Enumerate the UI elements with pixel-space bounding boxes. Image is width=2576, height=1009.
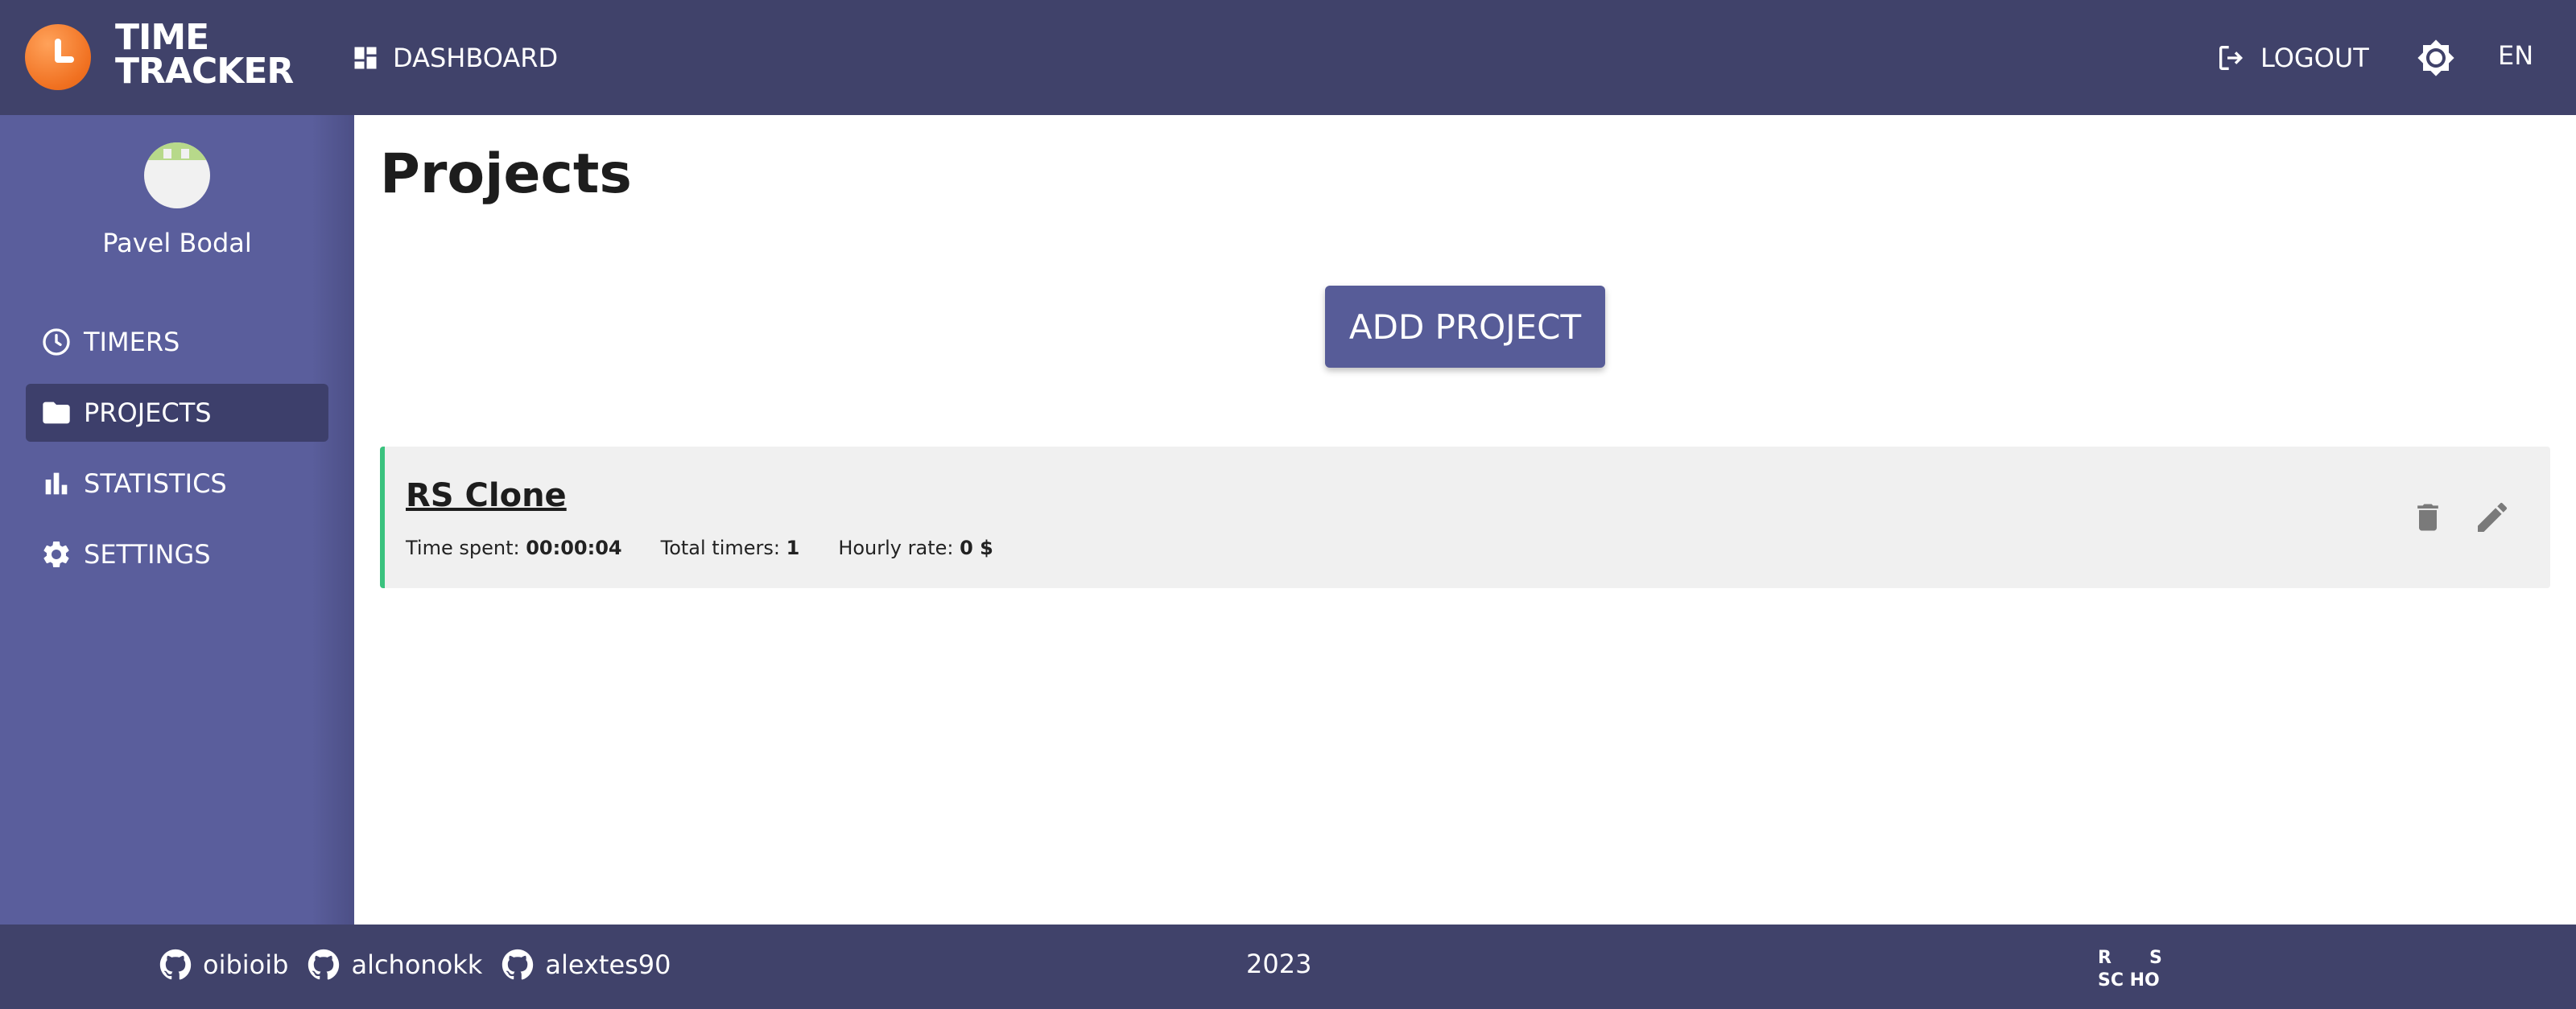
main-content: Projects ADD PROJECT RS Clone Time spent…	[354, 115, 2576, 925]
github-icon	[502, 949, 534, 980]
trash-icon[interactable]	[2410, 498, 2446, 537]
top-header: TIME TRACKER DASHBOARD LOGOUT EN	[0, 0, 2576, 115]
total-timers: Total timers: 1	[661, 537, 800, 559]
sidebar-item-label: STATISTICS	[84, 468, 227, 499]
logout-label: LOGOUT	[2260, 43, 2369, 73]
project-name-link[interactable]: RS Clone	[406, 477, 567, 514]
github-link[interactable]: alchonokk	[308, 949, 482, 981]
sidebar-menu: TIMERS PROJECTS STATISTICS SETTINGS	[26, 313, 328, 596]
sidebar-item-timers[interactable]: TIMERS	[26, 313, 328, 371]
footer-year: 2023	[1246, 949, 1312, 979]
theme-toggle-icon[interactable]	[2417, 39, 2455, 77]
user-name: Pavel Bodal	[102, 228, 252, 258]
total-timers-label: Total timers:	[660, 537, 780, 559]
pencil-icon[interactable]	[2473, 498, 2512, 537]
time-spent-label: Time spent:	[406, 537, 520, 559]
project-stats: Time spent: 00:00:04 Total timers: 1 Hou…	[406, 537, 993, 559]
language-selector[interactable]: EN	[2498, 40, 2533, 71]
hourly-rate: Hourly rate: 0 $	[838, 537, 993, 559]
hourly-rate-value: 0 $	[960, 537, 993, 559]
svg-text:SC HO OL: SC HO OL	[2098, 970, 2164, 990]
avatar[interactable]	[144, 142, 210, 208]
github-icon	[159, 949, 192, 980]
sidebar-item-projects[interactable]: PROJECTS	[26, 384, 328, 442]
page-title: Projects	[380, 142, 632, 206]
footer: oibioib alchonokk alextes90 2023 R S SC …	[0, 925, 2576, 1009]
clock-hand-horizontal	[55, 56, 74, 63]
clock-icon	[40, 326, 72, 358]
logo-line-1: TIME	[115, 17, 209, 58]
dashboard-icon	[351, 43, 380, 72]
avatar-detail	[163, 149, 171, 159]
github-username: alchonokk	[351, 949, 483, 980]
sidebar-item-label: PROJECTS	[84, 397, 212, 428]
rs-school-logo[interactable]: R S SC HO OL	[2096, 945, 2164, 990]
github-username: alextes90	[545, 949, 671, 980]
project-card: RS Clone Time spent: 00:00:04 Total time…	[380, 447, 2550, 588]
sidebar: Pavel Bodal TIMERS PROJECTS STATISTICS S…	[0, 115, 354, 925]
logout-button[interactable]: LOGOUT	[2215, 40, 2369, 76]
github-link[interactable]: alextes90	[502, 949, 671, 981]
logout-icon	[2219, 46, 2244, 70]
sidebar-item-statistics[interactable]: STATISTICS	[26, 455, 328, 513]
clock-logo-icon[interactable]	[25, 24, 91, 90]
github-links: oibioib alchonokk alextes90	[159, 949, 671, 981]
hourly-rate-label: Hourly rate:	[838, 537, 954, 559]
dashboard-label: DASHBOARD	[393, 43, 559, 73]
bar-chart-icon	[40, 467, 72, 500]
time-spent-value: 00:00:04	[526, 537, 622, 559]
github-link[interactable]: oibioib	[159, 949, 288, 981]
total-timers-value: 1	[786, 537, 800, 559]
app-logo-text[interactable]: TIME TRACKER	[115, 17, 294, 92]
logo-line-2: TRACKER	[115, 51, 294, 92]
avatar-roof	[144, 142, 210, 160]
add-project-button[interactable]: ADD PROJECT	[1325, 286, 1605, 368]
sidebar-item-settings[interactable]: SETTINGS	[26, 525, 328, 583]
sidebar-item-label: TIMERS	[84, 327, 180, 357]
sidebar-item-label: SETTINGS	[84, 539, 211, 570]
folder-icon	[40, 397, 72, 429]
github-icon	[308, 949, 340, 980]
dashboard-link[interactable]: DASHBOARD	[351, 40, 558, 76]
gear-icon	[40, 538, 72, 570]
time-spent: Time spent: 00:00:04	[406, 537, 622, 559]
svg-text:R: R	[2098, 948, 2112, 968]
svg-text:S: S	[2149, 948, 2162, 968]
github-username: oibioib	[203, 949, 289, 980]
avatar-detail	[181, 149, 189, 159]
